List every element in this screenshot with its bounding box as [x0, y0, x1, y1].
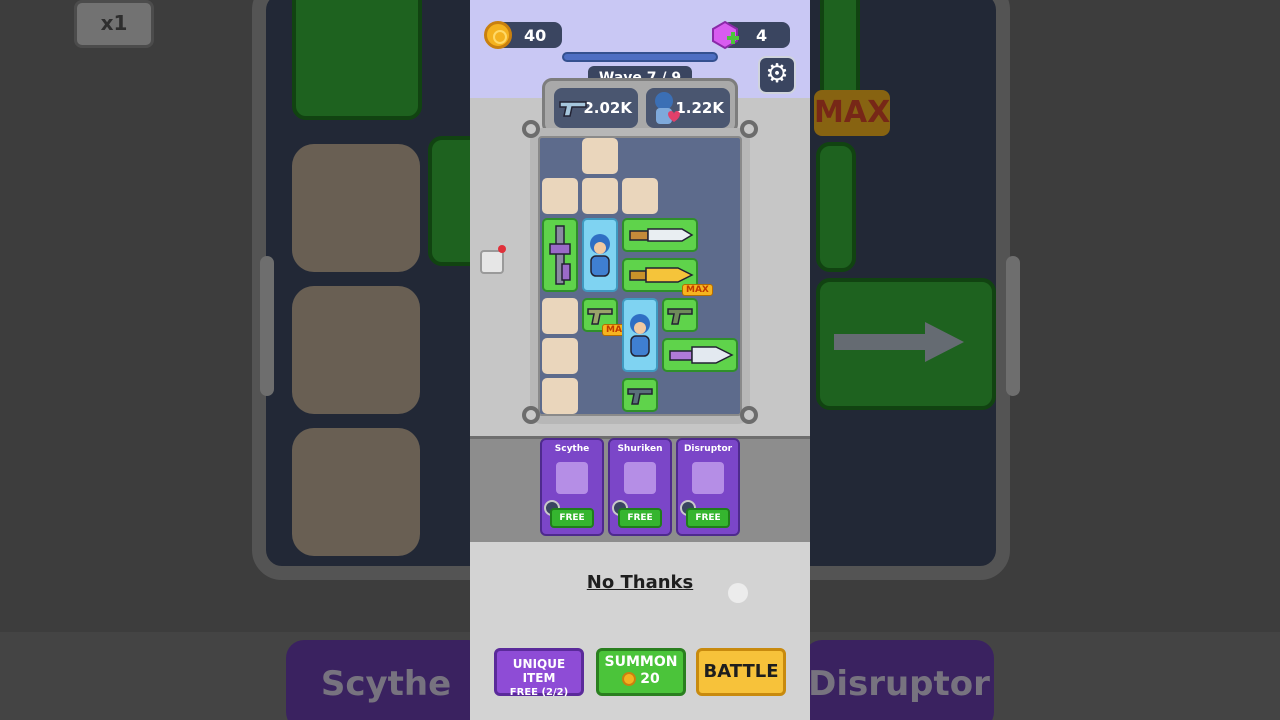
pistol-tile[interactable] — [662, 298, 698, 332]
health-stat: 1.22K — [646, 88, 730, 128]
soldier-tile[interactable] — [622, 298, 658, 372]
soldier-icon — [630, 314, 650, 357]
soldier-icon — [590, 234, 610, 277]
disruptor-icon — [692, 462, 724, 494]
unique-item-label: UNIQUE ITEM — [512, 657, 566, 685]
offer-name: Disruptor — [683, 444, 733, 454]
board-corner — [522, 406, 540, 424]
soldier-tile[interactable] — [582, 218, 618, 292]
game-view: 40 4 Wave 7 / 9 ⚙ 2.02K — [470, 0, 810, 720]
health-value: 1.22K — [675, 99, 724, 117]
gear-icon: ⚙ — [765, 59, 789, 89]
empty-slot[interactable] — [582, 178, 618, 214]
rifle-tile[interactable] — [542, 218, 578, 292]
battle-button[interactable]: BATTLE — [696, 648, 786, 696]
offer-price: FREE — [686, 508, 730, 528]
rifle-icon — [549, 225, 571, 285]
touch-indicator — [728, 583, 748, 603]
summon-cost-value: 20 — [640, 671, 660, 687]
gun-icon — [559, 101, 587, 117]
summon-cost: 20 — [599, 671, 683, 687]
knife-tile[interactable] — [622, 218, 698, 252]
game-screen: x1 Scythe MAX Disruptor 40 4 ⚙ 2.02K 1.2… — [0, 0, 1280, 720]
wave-progress-bar — [562, 52, 718, 62]
soldier-heart-icon — [655, 92, 680, 124]
board-corner — [740, 406, 758, 424]
max-tag: MAX — [682, 284, 713, 296]
pistol-icon — [627, 388, 653, 405]
attack-stat: 2.02K — [554, 88, 638, 128]
notification-dot — [498, 245, 506, 253]
unique-item-sub: FREE (2/2) — [509, 687, 569, 698]
knife-icon — [629, 228, 694, 242]
offer-price: FREE — [550, 508, 594, 528]
summon-label: SUMMON — [604, 654, 678, 670]
coin-icon — [484, 21, 512, 49]
empty-slot[interactable] — [622, 178, 658, 214]
offer-card-shuriken[interactable]: Shuriken FREE — [608, 438, 672, 536]
pointer-icon[interactable] — [480, 250, 504, 274]
background-left-blur: x1 Scythe — [0, 0, 470, 720]
offer-card-disruptor[interactable]: Disruptor FREE — [676, 438, 740, 536]
gem-plus-icon[interactable] — [710, 20, 740, 50]
summon-button[interactable]: SUMMON 20 — [596, 648, 686, 696]
unique-item-button[interactable]: UNIQUE ITEM FREE (2/2) — [494, 648, 584, 698]
offer-name: Shuriken — [617, 444, 663, 454]
battle-label: BATTLE — [703, 661, 779, 682]
attack-value: 2.02K — [583, 99, 632, 117]
coin-icon — [622, 672, 637, 686]
offer-name: Scythe — [554, 444, 590, 454]
empty-slot[interactable] — [542, 298, 578, 334]
spear-tile[interactable] — [662, 338, 738, 372]
empty-slot[interactable] — [582, 138, 618, 174]
coin-count: 40 — [524, 25, 547, 45]
empty-slot[interactable] — [542, 338, 578, 374]
pistol-tile[interactable] — [622, 378, 658, 412]
gem-count: 4 — [756, 25, 768, 45]
pistol-icon — [667, 308, 693, 325]
board-corner — [522, 120, 540, 138]
shuriken-icon — [624, 462, 656, 494]
settings-button[interactable]: ⚙ — [758, 56, 796, 94]
no-thanks-link[interactable]: No Thanks — [570, 572, 710, 593]
scythe-icon — [556, 462, 588, 494]
offer-price: FREE — [618, 508, 662, 528]
background-right-blur: MAX Disruptor — [810, 0, 1280, 720]
empty-slot[interactable] — [542, 178, 578, 214]
board-corner — [740, 120, 758, 138]
offer-card-scythe[interactable]: Scythe FREE — [540, 438, 604, 536]
spear-icon — [669, 346, 734, 364]
empty-slot[interactable] — [542, 378, 578, 414]
